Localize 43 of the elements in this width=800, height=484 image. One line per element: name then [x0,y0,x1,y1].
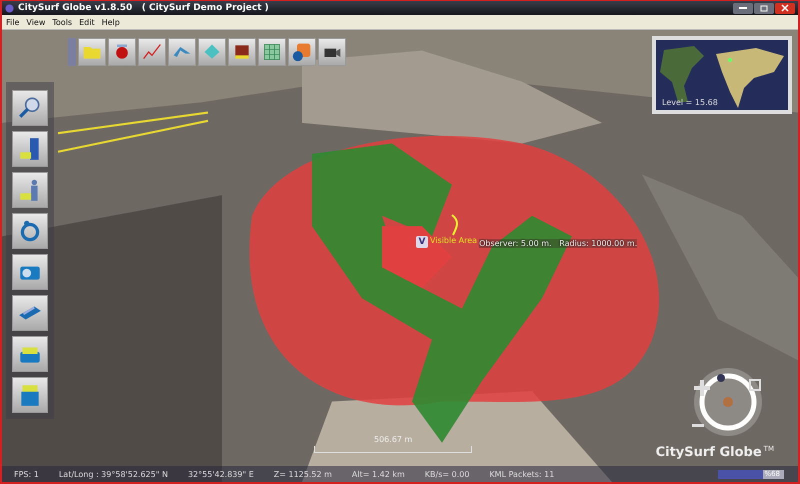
menu-item[interactable]: Help [102,18,120,26]
close-button[interactable] [775,2,795,14]
camera-tool-button[interactable] [12,254,48,290]
magnifier-tool-button[interactable] [12,90,48,126]
minimize-icon [739,7,747,9]
restore-icon [760,4,768,12]
menu-item[interactable]: View [26,18,46,26]
status-field: 32°55'42.839" E [188,470,254,478]
level-text: Level = 15.68 [662,98,718,107]
logo-text: CitySurf Globe [656,445,762,460]
camcorder-tool-button[interactable] [318,38,346,66]
menu-item[interactable]: Edit [79,18,95,26]
printer-tool-button[interactable] [12,336,48,372]
grid-icon [262,42,282,62]
ball-tool-button[interactable] [108,38,136,66]
window-title: CitySurf Globe v1.8.50 ( CitySurf Demo Project ) [18,3,269,13]
grid-tool-button[interactable] [258,38,286,66]
building-tool-button[interactable] [12,131,48,167]
menu-item[interactable]: File [6,18,20,26]
status-field: Z= 1125.52 m [274,470,332,478]
chart-tool-button[interactable] [138,38,166,66]
observer-path-drawing [450,214,460,236]
menu-item[interactable]: Tools [52,18,72,26]
status-field: KB/s= 0.00 [424,470,470,478]
person-tool-button[interactable] [12,172,48,208]
bend-tool-button[interactable] [168,38,196,66]
rotate-tool-button[interactable] [12,213,48,249]
feed-tool-button[interactable] [288,38,316,66]
status-field: FPS: 1 [14,470,39,478]
status-field: KML Packets: 11 [489,470,554,478]
cards-tool-button[interactable] [12,377,48,413]
visible-area-label: Visible Area [430,236,478,245]
scale-text: 506.67 m [374,435,412,444]
viewpoint-marker[interactable]: V [416,236,428,248]
keypad-tool-button[interactable] [12,295,48,331]
status-field: Lat/Long : 39°58'52.625" N [58,470,168,478]
chart-icon [142,42,162,62]
book-tool-button[interactable] [228,38,256,66]
minimize-button[interactable] [733,2,753,14]
restore-button[interactable] [754,2,774,14]
toolbar-grip[interactable] [68,38,76,66]
close-icon [781,4,789,12]
status-field: Alt= 1.42 km [352,470,405,478]
